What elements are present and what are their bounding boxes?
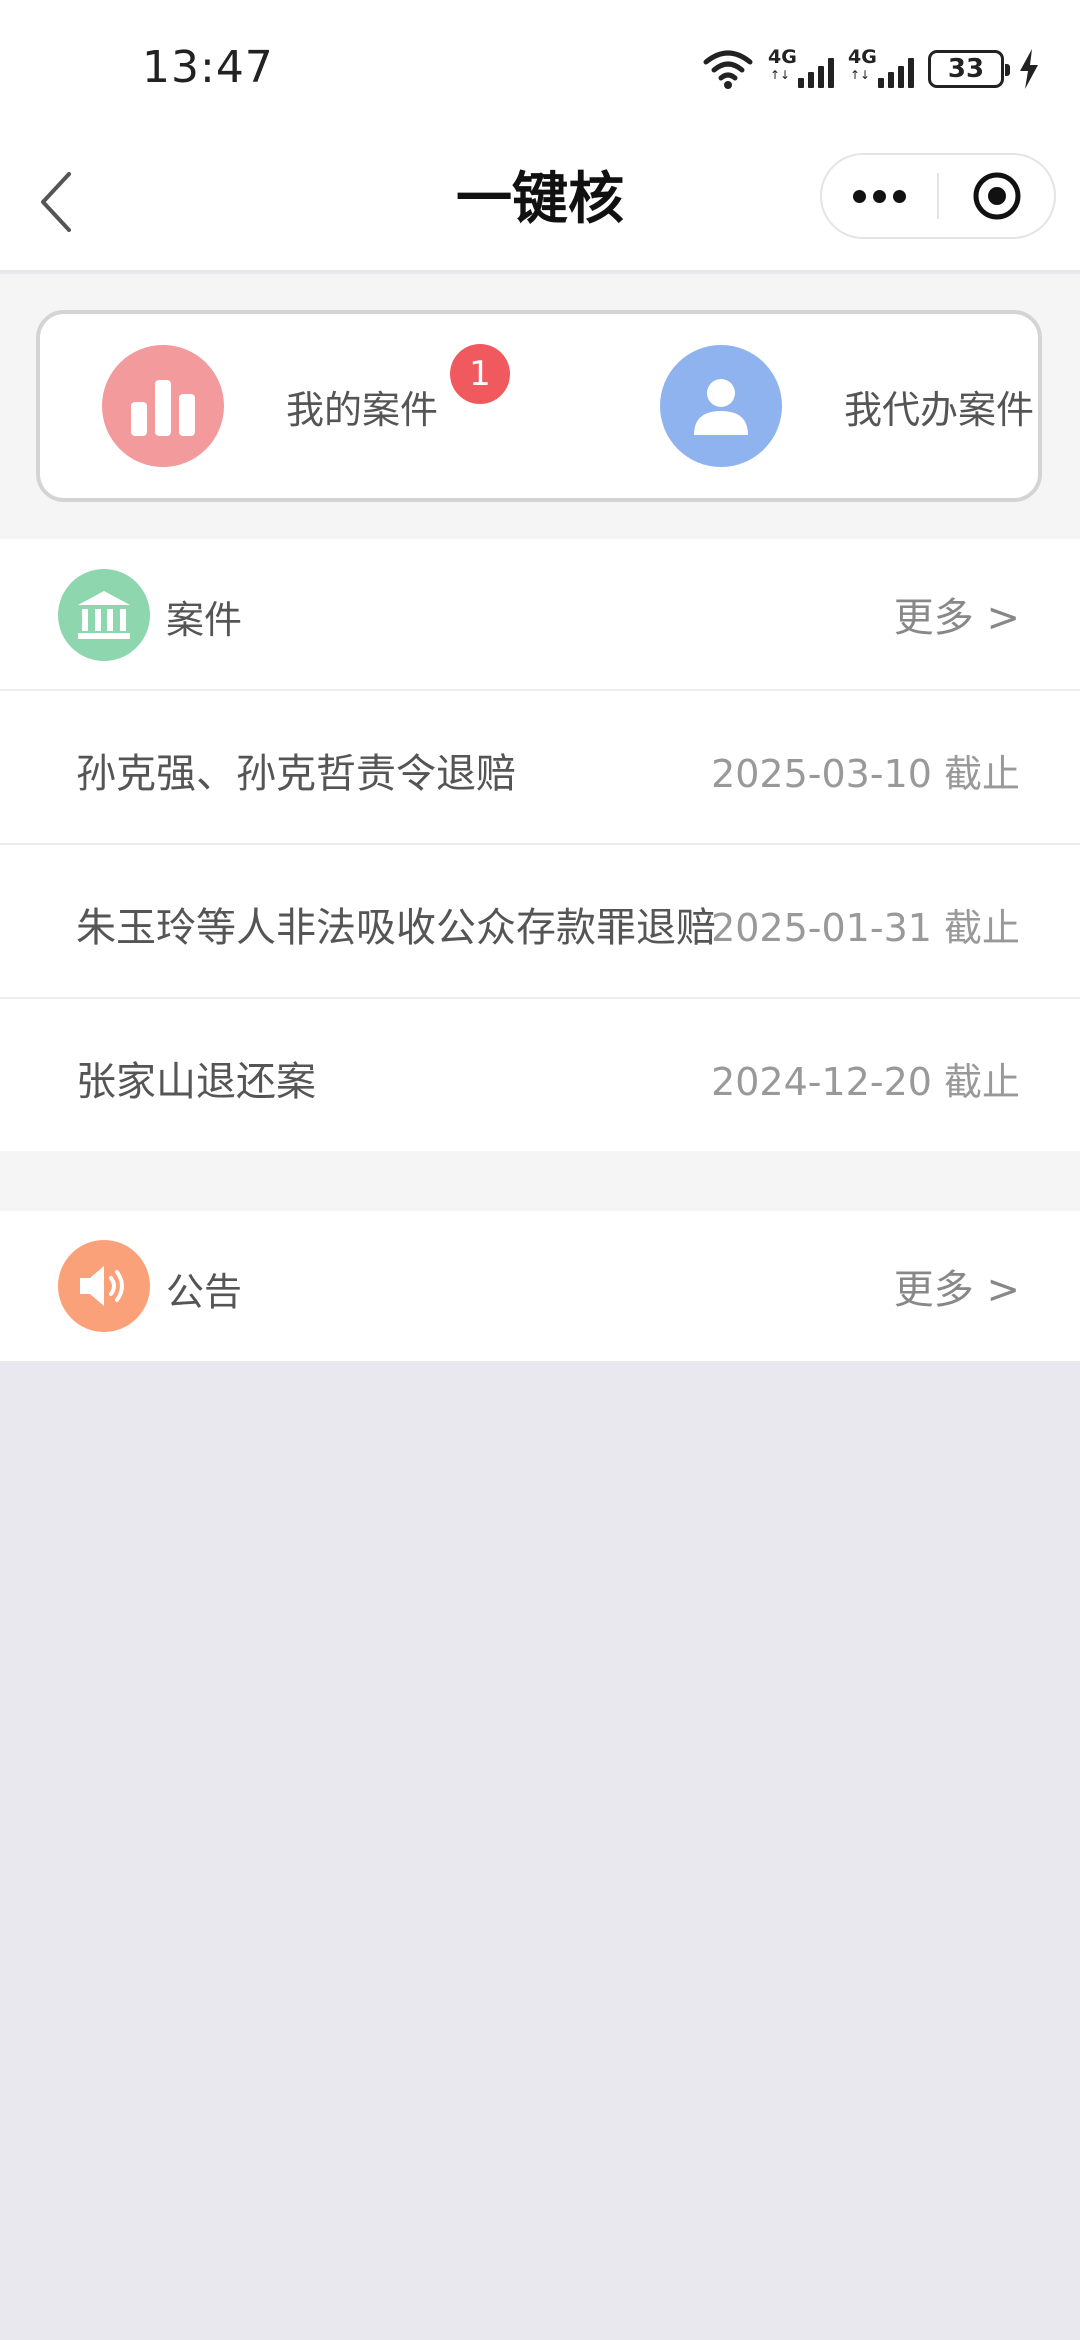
status-icons: 4G ↑↓ 4G ↑↓ 33: [702, 46, 1040, 92]
battery-level: 33: [947, 54, 985, 84]
wifi-icon: [703, 50, 753, 89]
cases-more-link[interactable]: 更多 >: [894, 585, 1020, 643]
cases-section: 案件 更多 > 孙克强、孙克哲责令退赔 2025-03-10 截止 朱玉玲等人非…: [0, 539, 1080, 1151]
network-type-2: 4G: [848, 46, 877, 68]
unread-badge: 1: [450, 344, 510, 404]
case-name: 朱玉玲等人非法吸收公众存款罪退赔: [76, 905, 716, 951]
my-cases-label: 我的案件: [286, 387, 439, 432]
nav-bar: 一键核: [0, 140, 1080, 272]
case-list-item[interactable]: 朱玉玲等人非法吸收公众存款罪退赔 2025-01-31 截止: [0, 845, 1080, 999]
case-list-item[interactable]: 张家山退还案 2024-12-20 截止: [0, 999, 1080, 1153]
agent-cases-button[interactable]: 我代办案件: [660, 314, 1034, 498]
status-bar: 13:47 4G ↑↓ 4G ↑↓ 33: [0, 0, 1080, 140]
unread-dot-badge: [1040, 344, 1042, 404]
quick-actions-card: 我的案件 1 我代办案件: [36, 310, 1042, 502]
bank-icon: [58, 569, 150, 661]
battery-icon: 33: [928, 50, 1010, 88]
cases-title: 案件: [166, 598, 243, 642]
case-name: 孙克强、孙克哲责令退赔: [76, 751, 516, 797]
notices-section: 公告 更多 >: [0, 1211, 1080, 1361]
case-name: 张家山退还案: [76, 1059, 316, 1105]
signal-icon: 4G ↑↓: [768, 46, 834, 92]
case-deadline: 2025-03-10 截止: [711, 752, 1020, 796]
notices-title: 公告: [166, 1270, 243, 1314]
case-deadline: 2024-12-20 截止: [711, 1060, 1020, 1104]
section-gap: [0, 1151, 1080, 1211]
speaker-icon: [58, 1240, 150, 1332]
mini-program-capsule: [820, 153, 1056, 239]
target-circle-icon: [973, 172, 1020, 220]
notices-more-link[interactable]: 更多 >: [894, 1257, 1020, 1315]
my-cases-button[interactable]: 我的案件: [102, 314, 438, 498]
more-menu-button[interactable]: [822, 155, 937, 237]
charging-bolt-icon: [1020, 49, 1038, 89]
user-icon: [660, 345, 782, 467]
close-capsule-button[interactable]: [939, 155, 1054, 237]
status-time: 13:47: [142, 42, 274, 93]
case-deadline: 2025-01-31 截止: [711, 906, 1020, 950]
network-type-1: 4G: [768, 46, 797, 68]
notices-header: 公告 更多 >: [0, 1211, 1080, 1361]
agent-cases-label: 我代办案件: [844, 387, 1035, 432]
cases-header: 案件 更多 >: [0, 539, 1080, 691]
bar-chart-icon: [102, 345, 224, 467]
signal-icon: 4G ↑↓: [848, 46, 914, 92]
case-list-item[interactable]: 孙克强、孙克哲责令退赔 2025-03-10 截止: [0, 691, 1080, 845]
more-dots-icon: [853, 189, 906, 203]
